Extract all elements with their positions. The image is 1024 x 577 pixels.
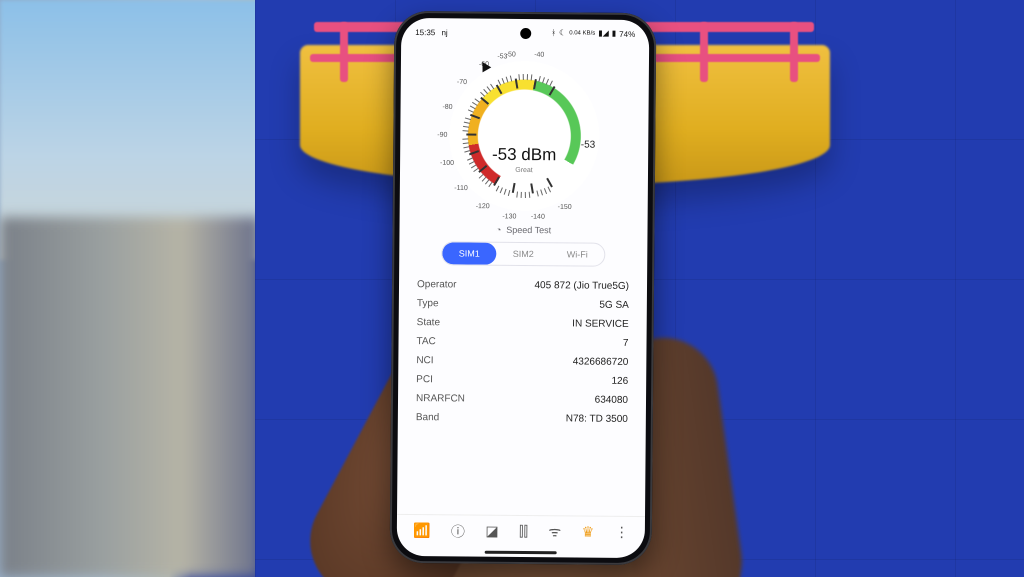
gauge-tick-label: -140 (531, 213, 545, 220)
detail-key: NCI (416, 355, 433, 366)
detail-row: Type 5G SA (417, 294, 629, 315)
nav-cell-tower-icon[interactable]: ⓘ (451, 521, 465, 541)
gauge-tick-label: -130 (502, 213, 516, 220)
gauge-tick-label: -50 (506, 52, 516, 59)
dnd-moon-icon: ☾ (559, 29, 566, 37)
background-rail-post (340, 22, 348, 82)
signal-gauge: -150-140-130-120-110-100-90-80-70-60-53-… (400, 44, 650, 228)
bottom-nav: 📶 ⓘ ◪ ⫿⫿ ᯤ ♛ ⋮ (397, 514, 645, 558)
detail-row: State IN SERVICE (417, 313, 629, 334)
background-buildings (0, 217, 260, 577)
gauge-dial: -150-140-130-120-110-100-90-80-70-60-53-… (449, 60, 600, 211)
detail-row: Band N78: TD 3500 (416, 408, 628, 429)
phone-frame: 15:35 nj ᚼ ☾ 0.04 KB/s ▮◢ ▮ 74% -150 -140… (390, 11, 657, 565)
detail-key: NRARFCN (416, 393, 465, 404)
detail-value: N78: TD 3500 (566, 413, 628, 425)
status-right: ᚼ ☾ 0.04 KB/s ▮◢ ▮ 74% (551, 29, 635, 39)
tab-wifi[interactable]: Wi-Fi (550, 243, 604, 265)
nav-crown-icon[interactable]: ♛ (582, 524, 595, 541)
gauge-tick-label: -100 (440, 160, 454, 167)
nav-more-icon[interactable]: ⋮ (615, 524, 629, 541)
gauge-center: -53 dBm Great (492, 145, 557, 175)
nav-map-icon[interactable]: ⫿⫿ (519, 523, 528, 540)
battery-percent: 74% (619, 29, 635, 38)
tab-sim1[interactable]: SIM1 (442, 242, 496, 264)
detail-value: 7 (623, 338, 629, 349)
detail-value: 634080 (595, 395, 628, 406)
status-carrier: nj (441, 28, 447, 37)
gauge-tick-label: -80 (442, 104, 452, 111)
gauge-tick-label: -120 (476, 203, 490, 210)
bluetooth-icon: ᚼ (551, 29, 556, 37)
gauge-tick-label: -40 (534, 52, 544, 59)
nav-signal-icon[interactable]: 📶 (413, 522, 431, 539)
gauge-quality: Great (492, 167, 556, 175)
tab-sim2[interactable]: SIM2 (496, 243, 550, 265)
gauge-tick-label: -150 (558, 204, 572, 211)
photo-scene: 15:35 nj ᚼ ☾ 0.04 KB/s ▮◢ ▮ 74% -150 -140… (0, 0, 1024, 577)
gauge-tick-label: -70 (457, 79, 467, 86)
home-indicator[interactable] (485, 551, 557, 555)
detail-key: Type (417, 298, 439, 309)
detail-key: TAC (416, 336, 435, 347)
gauge-pointer-value: -53 (581, 139, 596, 150)
background-rail-post (700, 22, 708, 82)
detail-row: NCI 4326686720 (416, 351, 628, 372)
detail-key: PCI (416, 374, 433, 385)
detail-value: 126 (611, 376, 628, 387)
status-left: 15:35 nj (415, 28, 448, 37)
detail-key: Band (416, 412, 439, 423)
detail-row: TAC 7 (416, 332, 628, 353)
data-rate-label: 0.04 KB/s (569, 30, 595, 36)
detail-row: Operator 405 872 (Jio True5G) (417, 275, 629, 296)
phone-screen: 15:35 nj ᚼ ☾ 0.04 KB/s ▮◢ ▮ 74% -150 -140… (397, 18, 650, 558)
nav-compass-icon[interactable]: ◪ (485, 523, 498, 540)
detail-row: NRARFCN 634080 (416, 389, 628, 410)
detail-value: IN SERVICE (572, 318, 629, 329)
gauge-ticks: -150-140-130-120-110-100-90-80-70-60-53-… (449, 60, 600, 211)
background-rail-post (790, 22, 798, 82)
punch-hole-camera (520, 28, 531, 39)
detail-key: State (417, 317, 440, 328)
nav-wifi-icon[interactable]: ᯤ (548, 522, 561, 541)
detail-value: 4326686720 (573, 356, 629, 367)
sim-tabs: SIM1 SIM2 Wi-Fi (441, 241, 605, 266)
detail-value: 5G SA (599, 300, 629, 311)
cellular-signal-icon: ▮◢ (598, 30, 609, 38)
battery-icon: ▮ (612, 30, 616, 38)
network-details: Operator 405 872 (Jio True5G) Type 5G SA Sta… (398, 273, 647, 429)
detail-key: Operator (417, 279, 457, 290)
detail-row: PCI 126 (416, 370, 628, 391)
status-time: 15:35 (415, 28, 435, 37)
detail-value: 405 872 (Jio True5G) (534, 280, 629, 292)
gauge-value: -53 dBm (492, 145, 556, 166)
gauge-tick-label: -110 (454, 185, 468, 192)
gauge-tick-label: -90 (437, 132, 447, 139)
